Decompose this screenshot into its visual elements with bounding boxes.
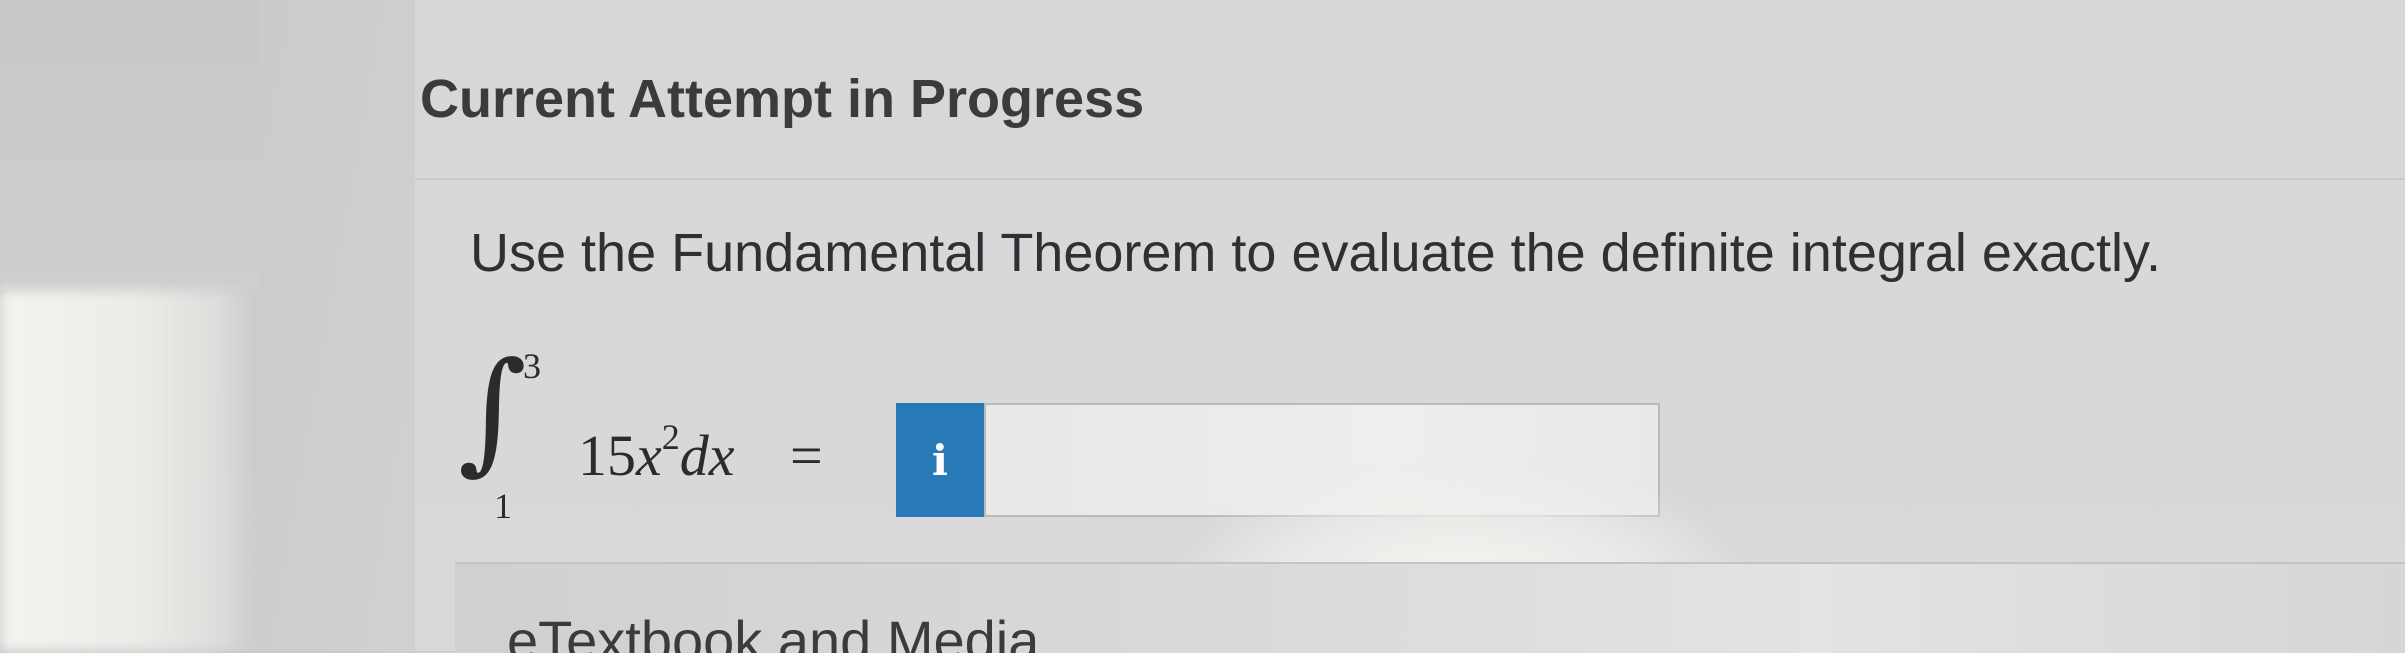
integrand-variable: x [636,423,662,488]
etextbook-media-section[interactable]: eTextbook and Media [455,562,2405,653]
integral-lower-limit: 1 [494,486,512,526]
info-icon: i [932,435,948,485]
background-left-strip [0,0,260,290]
info-button[interactable]: i [896,403,984,517]
etextbook-media-label[interactable]: eTextbook and Media [507,608,1039,653]
integrand-differential: dx [679,423,735,488]
integral-upper-limit: 3 [523,346,541,386]
integrand-coefficient: 15 [578,423,636,488]
integral-sign: ∫ [458,334,527,488]
equals-sign: = [790,423,823,488]
integrand-exponent: 2 [661,417,680,457]
screen-glare-left [0,290,255,651]
header-divider [415,178,2405,180]
attempt-status-heading: Current Attempt in Progress [420,69,1145,129]
question-prompt: Use the Fundamental Theorem to evaluate … [470,223,2161,283]
integrand: 15x2dx [578,417,735,489]
